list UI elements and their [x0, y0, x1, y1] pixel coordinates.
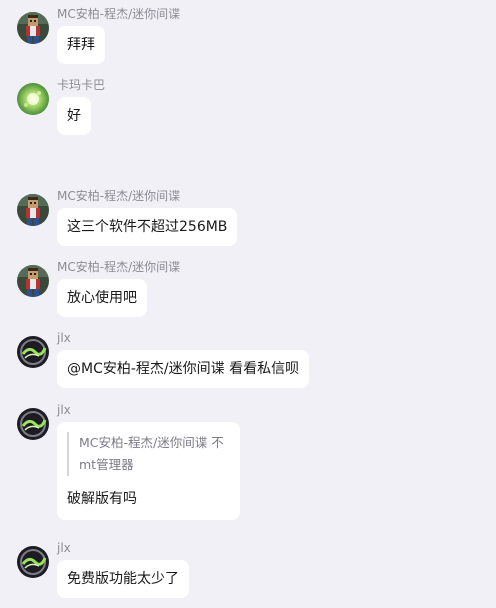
sender-name[interactable]: jlx	[57, 331, 71, 345]
message-bubble[interactable]: MC安柏-程杰/迷你间谍 不 mt管理器 破解版有吗	[57, 422, 240, 520]
message-bubble[interactable]: 这三个软件不超过256MB	[57, 208, 238, 246]
sender-name[interactable]: MC安柏-程杰/迷你间谍	[57, 7, 180, 21]
sender-name[interactable]: MC安柏-程杰/迷你间谍	[57, 189, 180, 203]
message-bubble[interactable]: 放心使用吧	[57, 279, 147, 317]
minecraft-character-avatar-icon	[17, 194, 49, 226]
message-bubble[interactable]: 拜拜	[57, 26, 105, 64]
sender-name[interactable]: 卡玛卡巴	[57, 78, 105, 92]
minecraft-character-avatar-icon	[17, 12, 49, 44]
avatar[interactable]	[17, 408, 49, 440]
minecraft-character-avatar-icon	[17, 265, 49, 297]
message-bubble[interactable]: 免费版功能太少了	[57, 560, 189, 598]
avatar[interactable]	[17, 194, 49, 226]
avatar[interactable]	[17, 546, 49, 578]
green-glow-avatar-icon	[17, 83, 49, 115]
quoted-message[interactable]: MC安柏-程杰/迷你间谍 不 mt管理器	[67, 432, 227, 476]
sender-name[interactable]: jlx	[57, 541, 71, 555]
avatar[interactable]	[17, 12, 49, 44]
message-bubble[interactable]: 好	[57, 97, 91, 135]
sender-name[interactable]: MC安柏-程杰/迷你间谍	[57, 260, 180, 274]
avatar[interactable]	[17, 336, 49, 368]
avatar[interactable]	[17, 265, 49, 297]
reply-text: 破解版有吗	[67, 491, 137, 507]
sender-name[interactable]: jlx	[57, 403, 71, 417]
dark-logo-avatar-icon	[17, 546, 49, 578]
avatar[interactable]	[17, 83, 49, 115]
dark-logo-avatar-icon	[17, 336, 49, 368]
dark-logo-avatar-icon	[17, 408, 49, 440]
message-bubble[interactable]: @MC安柏-程杰/迷你间谍 看看私信呗	[57, 350, 310, 388]
